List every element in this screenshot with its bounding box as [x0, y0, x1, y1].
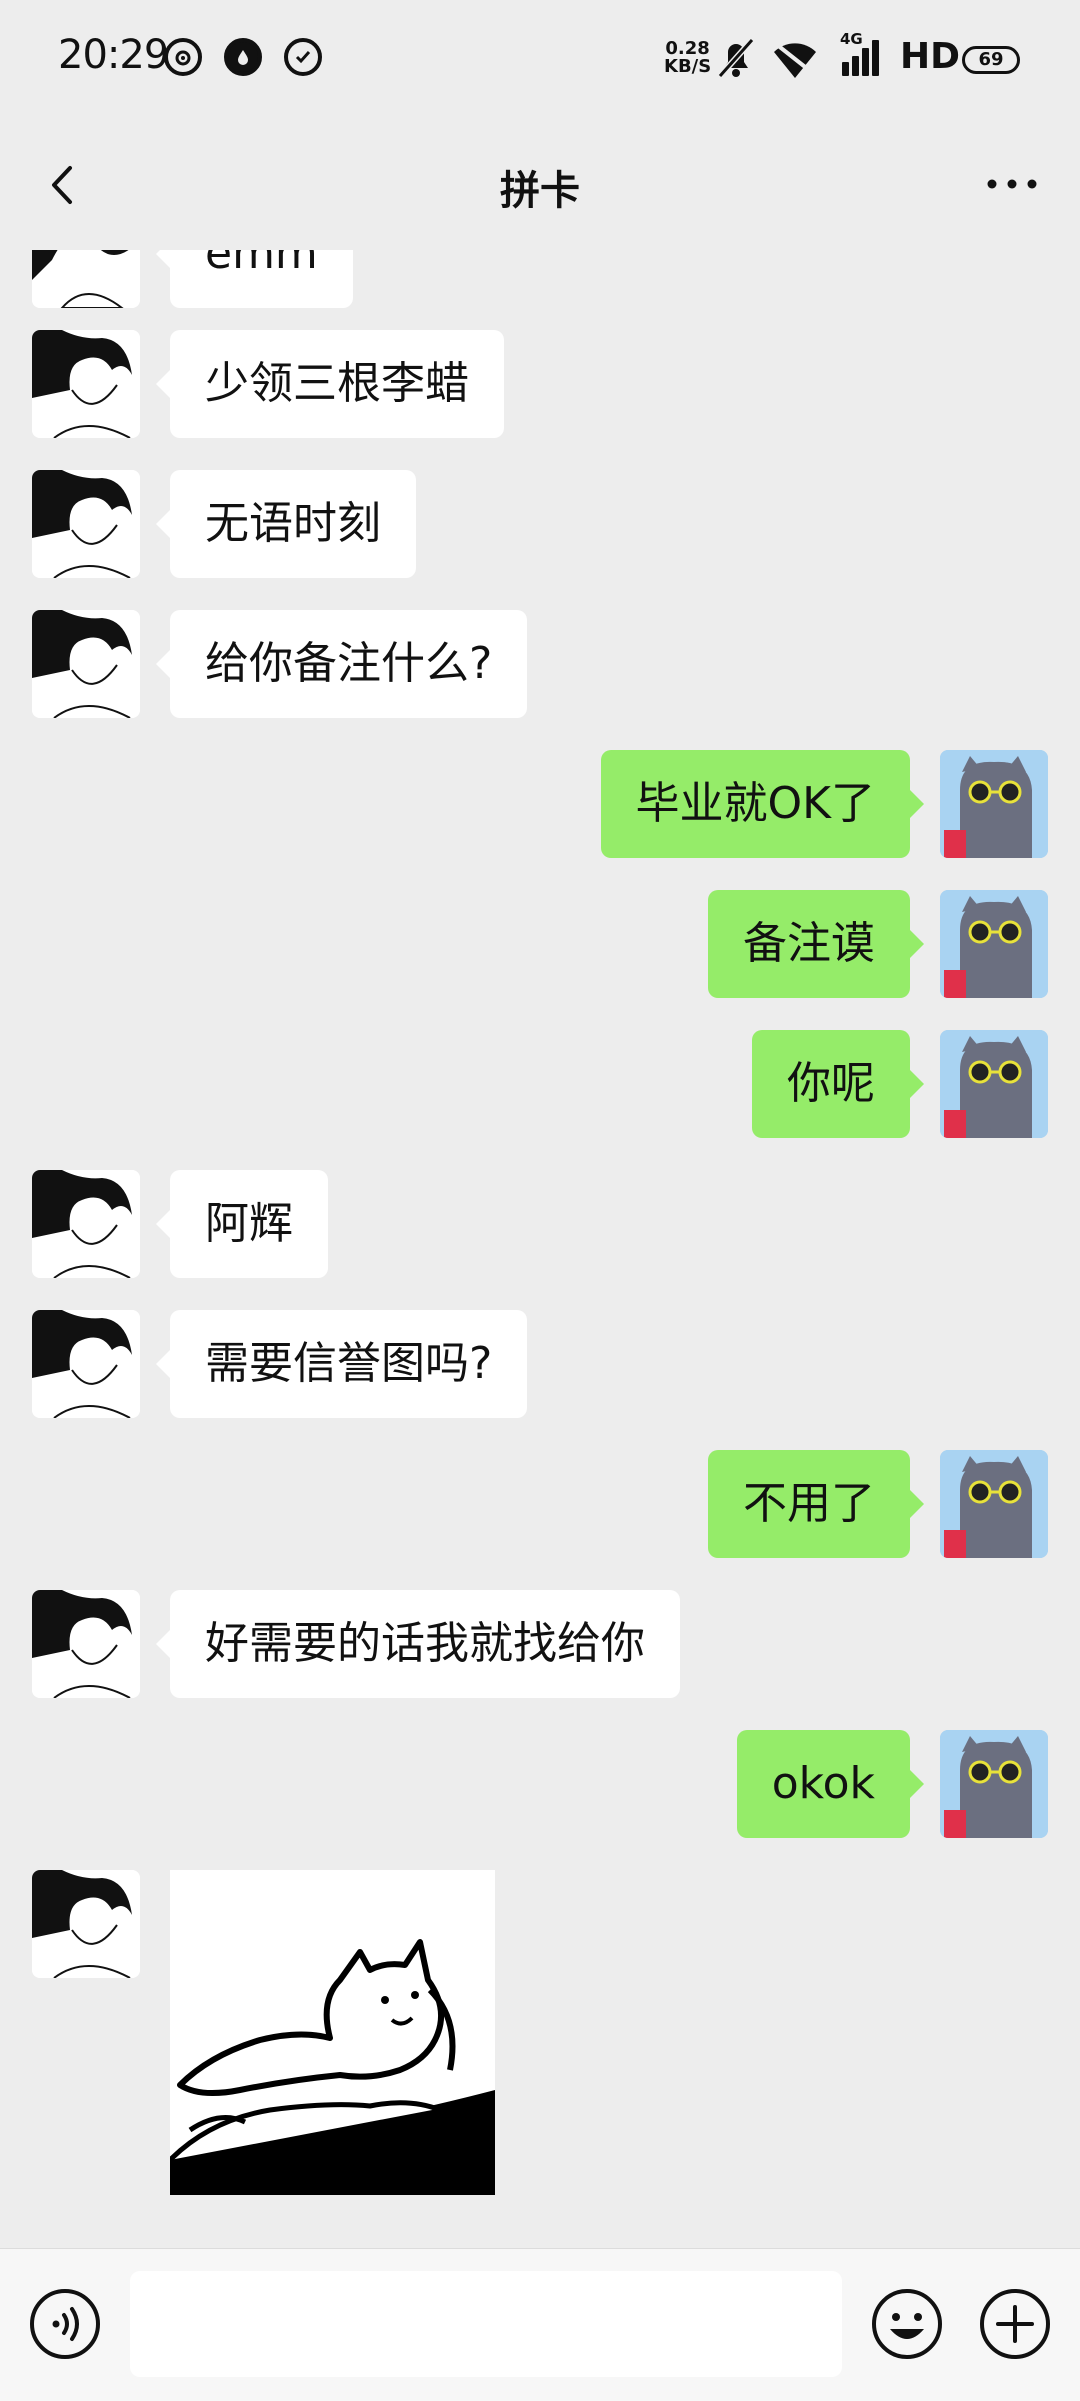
message-bubble[interactable]: 阿辉 [156, 1170, 328, 1278]
lying-cat-sticker[interactable] [170, 1870, 495, 2195]
my-avatar[interactable] [940, 890, 1048, 998]
message-bubble[interactable]: 给你备注什么? [155, 610, 528, 718]
weibo-icon [164, 38, 202, 76]
contact-avatar[interactable] [32, 1870, 140, 1978]
message-bubble[interactable]: 你呢 [752, 1030, 924, 1138]
more-dots-icon[interactable] [982, 164, 1042, 204]
check-circle-icon [284, 38, 322, 76]
message-bubble[interactable]: 毕业就OK了 [600, 750, 924, 858]
contact-avatar[interactable] [32, 470, 140, 578]
emoji-icon[interactable] [870, 2287, 944, 2361]
my-avatar[interactable] [940, 1450, 1048, 1558]
message-bubble[interactable]: 好需要的话我就找给你 [156, 1590, 680, 1698]
voice-icon[interactable] [28, 2287, 102, 2361]
plus-icon[interactable] [978, 2287, 1052, 2361]
my-avatar[interactable] [940, 1030, 1048, 1138]
drop-icon [224, 38, 262, 76]
message-bubble[interactable]: 备注谟 [708, 890, 924, 998]
message-bubble[interactable]: 不用了 [708, 1450, 924, 1558]
contact-avatar[interactable] [32, 1310, 140, 1418]
contact-avatar[interactable] [32, 1590, 140, 1698]
battery-icon: 69 [962, 46, 1020, 74]
chat-title: 拼卡 [500, 168, 580, 214]
my-avatar[interactable] [940, 750, 1048, 858]
battery-level: 69 [978, 49, 1004, 70]
my-avatar[interactable] [940, 1730, 1048, 1838]
contact-avatar[interactable] [32, 610, 140, 718]
contact-avatar[interactable] [32, 1170, 140, 1278]
message-bubble[interactable]: 无语时刻 [156, 470, 416, 578]
input-bar [0, 2248, 1080, 2401]
status-bar: 20:29 0.28 KB/S 4G HD 69 [0, 0, 1080, 120]
wifi-icon [774, 42, 816, 78]
contact-avatar[interactable] [32, 250, 140, 308]
network-speed-unit: KB/S [664, 56, 712, 77]
message-list[interactable]: emm 少领三根李蜡 无语时刻 给你备注什么? 毕业就OK了 备注谟 你呢 阿辉… [0, 250, 1080, 2246]
message-input[interactable] [130, 2271, 842, 2377]
message-bubble[interactable]: 需要信誉图吗? [155, 1310, 528, 1418]
contact-avatar[interactable] [32, 330, 140, 438]
network-speed: 0.28 KB/S [664, 40, 711, 76]
message-bubble[interactable]: 少领三根李蜡 [156, 330, 504, 438]
message-bubble[interactable]: okok [736, 1730, 925, 1838]
chat-header: 拼卡 [0, 120, 1080, 250]
signal-icon [842, 36, 884, 76]
hd-label: HD [900, 36, 961, 77]
message-bubble[interactable]: emm [156, 250, 353, 308]
mute-icon [717, 38, 755, 78]
status-time: 20:29 [58, 32, 169, 78]
